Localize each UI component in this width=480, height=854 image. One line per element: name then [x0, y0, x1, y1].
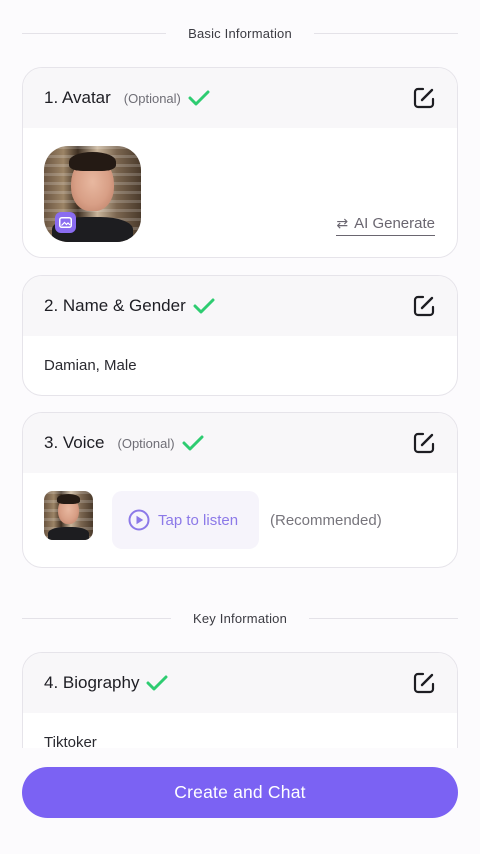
- check-icon: [188, 90, 210, 106]
- avatar-image[interactable]: [44, 146, 141, 242]
- ai-generate-link[interactable]: ⇄ AI Generate: [336, 215, 435, 236]
- check-icon: [146, 675, 168, 691]
- biography-card-title: 4. Biography: [44, 673, 140, 692]
- recommended-label: (Recommended): [270, 512, 382, 529]
- image-icon: [55, 212, 76, 233]
- create-and-chat-button[interactable]: Create and Chat: [22, 767, 458, 818]
- section-divider-key: Key Information: [22, 608, 459, 628]
- check-icon: [193, 298, 215, 314]
- edit-voice-button[interactable]: [411, 430, 437, 456]
- play-icon: [128, 509, 150, 531]
- edit-name-gender-button[interactable]: [411, 293, 437, 319]
- divider-line: [22, 32, 167, 34]
- section-divider-basic: Basic Information: [22, 23, 458, 43]
- section-label-basic: Basic Information: [188, 25, 292, 41]
- divider-line: [313, 32, 458, 34]
- name-gender-value: Damian, Male: [44, 357, 137, 374]
- edit-avatar-button[interactable]: [411, 85, 437, 111]
- edit-biography-button[interactable]: [411, 670, 437, 696]
- edit-icon: [413, 87, 435, 109]
- ai-generate-label: AI Generate: [354, 215, 435, 232]
- edit-icon: [413, 672, 435, 694]
- voice-avatar-thumbnail: [44, 491, 93, 540]
- divider-line: [309, 617, 459, 619]
- optional-label: (Optional): [123, 90, 181, 106]
- name-gender-card: 2. Name & Gender Damian, Male: [22, 275, 458, 396]
- edit-icon: [413, 432, 435, 454]
- avatar-card-body: ⇄ AI Generate: [23, 128, 457, 257]
- section-label-key: Key Information: [192, 610, 288, 626]
- voice-card-title: 3. Voice: [44, 433, 105, 452]
- divider-line: [22, 617, 171, 619]
- swap-icon: ⇄: [336, 215, 349, 231]
- optional-label: (Optional): [117, 435, 175, 451]
- edit-icon: [413, 295, 435, 317]
- tap-to-listen-button[interactable]: Tap to listen: [112, 491, 259, 549]
- avatar-card-header: 1. Avatar (Optional): [23, 68, 457, 128]
- voice-card-body: Tap to listen (Recommended): [23, 473, 457, 567]
- biography-card-header: 4. Biography: [23, 653, 457, 713]
- voice-card-header: 3. Voice (Optional): [23, 413, 457, 473]
- avatar-card-title: 1. Avatar: [44, 88, 111, 107]
- name-gender-card-body: Damian, Male: [23, 336, 457, 395]
- voice-card: 3. Voice (Optional) Tap to listen (Recom…: [22, 412, 458, 568]
- check-icon: [182, 435, 204, 451]
- avatar-card: 1. Avatar (Optional) ⇄ AI Generate: [22, 67, 458, 258]
- name-gender-card-title: 2. Name & Gender: [44, 296, 186, 315]
- name-gender-card-header: 2. Name & Gender: [23, 276, 457, 336]
- tap-to-listen-label: Tap to listen: [158, 511, 239, 529]
